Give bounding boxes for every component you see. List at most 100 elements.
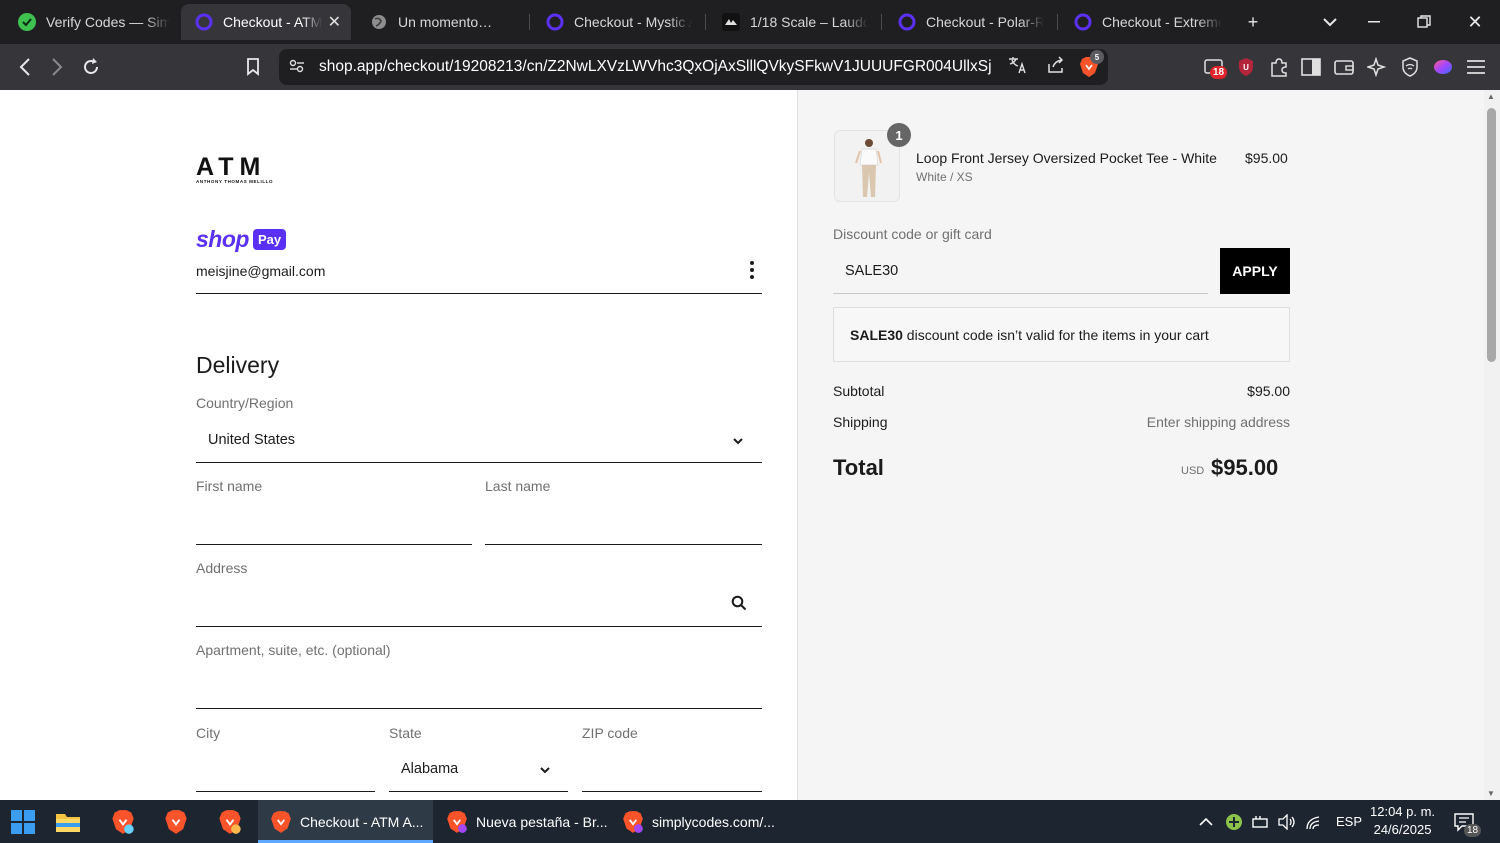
simplycodes-icon	[18, 13, 36, 31]
translate-icon[interactable]	[1007, 56, 1029, 79]
brave-shields-badge: 5	[1090, 50, 1104, 64]
tab-laudo[interactable]: 1/18 Scale – LaudoRa	[708, 4, 878, 40]
state-label: State	[389, 725, 422, 741]
bookmark-icon[interactable]	[239, 53, 267, 81]
taskbar-app-label: Nueva pestaña - Br...	[476, 813, 608, 830]
menu-hamburger-icon[interactable]	[1464, 55, 1488, 79]
product-quantity-badge: 1	[887, 123, 911, 147]
wallet-icon[interactable]	[1332, 55, 1356, 79]
page-scrollbar[interactable]: ▲ ▼	[1484, 90, 1500, 800]
brave-beta-icon[interactable]	[109, 808, 137, 836]
first-name-field[interactable]	[196, 498, 472, 544]
restore-icon[interactable]	[1410, 8, 1438, 36]
country-underline	[196, 462, 762, 463]
browser-tab-strip: Verify Codes — Simp Checkout - ATM ✕ Un …	[0, 0, 1500, 44]
country-select[interactable]: United States	[196, 415, 762, 463]
leo-ai-icon[interactable]	[1365, 55, 1389, 79]
state-underline	[389, 791, 568, 792]
shop-pay-logo: shop Pay	[196, 226, 287, 253]
scroll-up-icon[interactable]: ▲	[1487, 92, 1495, 101]
brave-nightly-icon[interactable]	[216, 808, 244, 836]
volume-icon[interactable]	[1277, 800, 1297, 843]
close-tab-icon[interactable]: ✕	[328, 12, 341, 32]
last-name-field[interactable]	[485, 498, 762, 544]
zip-field[interactable]	[582, 745, 762, 791]
brave-icon[interactable]	[162, 808, 190, 836]
shipping-row: Shipping Enter shipping address	[833, 414, 1290, 430]
taskbar-app-checkout[interactable]: Checkout - ATM A...	[258, 800, 433, 843]
scroll-down-icon[interactable]: ▼	[1487, 789, 1495, 798]
windows-taskbar: Checkout - ATM A... Nueva pestaña - Br..…	[0, 800, 1500, 843]
wifi-icon[interactable]	[1305, 800, 1325, 843]
clock-date: 24/6/2025	[1373, 822, 1432, 837]
last-name-underline	[485, 544, 762, 545]
taskbar-app-new-tab[interactable]: Nueva pestaña - Br...	[436, 800, 608, 843]
brave-shields-icon[interactable]: 5	[1079, 50, 1104, 78]
file-explorer-icon[interactable]	[54, 808, 82, 836]
tab-checkout-mystic[interactable]: Checkout - Mystic Ar	[532, 4, 702, 40]
discount-error-message: SALE30 discount code isn’t valid for the…	[833, 307, 1290, 362]
share-icon[interactable]	[1045, 55, 1067, 79]
total-currency: USD	[1181, 465, 1205, 477]
account-email: meisjine@gmail.com	[196, 263, 326, 279]
site-settings-icon[interactable]	[289, 59, 307, 76]
state-select[interactable]: Alabama	[389, 745, 568, 791]
chevron-down-icon	[733, 438, 743, 445]
last-name-label: Last name	[485, 478, 551, 494]
vpn-shield-icon[interactable]	[1398, 55, 1422, 79]
notifications-icon[interactable]: 18	[1454, 800, 1482, 843]
url-text: shop.app/checkout/19208213/cn/Z2NwLXVzLW…	[319, 58, 991, 75]
apartment-field[interactable]	[196, 662, 762, 708]
address-label: Address	[196, 560, 248, 576]
tab-un-momento[interactable]: Un momento…	[356, 4, 526, 40]
profile-avatar-icon[interactable]	[1431, 55, 1455, 79]
delivery-heading: Delivery	[196, 352, 280, 378]
close-window-icon[interactable]: ✕	[1461, 8, 1489, 36]
product-price: $95.00	[1245, 150, 1288, 166]
tab-checkout-atm[interactable]: Checkout - ATM ✕	[181, 4, 351, 40]
tab-title: Verify Codes — Simp	[46, 14, 170, 30]
shop-icon	[546, 13, 564, 31]
order-summary-column	[797, 90, 1484, 800]
product-variant: White / XS	[916, 170, 973, 184]
discount-input[interactable]: SALE30	[833, 249, 1208, 294]
back-icon[interactable]	[11, 53, 39, 81]
battery-power-icon[interactable]	[1251, 800, 1271, 843]
account-divider	[196, 293, 762, 294]
app-tray-plus-icon[interactable]	[1225, 800, 1243, 843]
language-indicator[interactable]: ESP	[1336, 800, 1362, 843]
total-value: $95.00	[1211, 455, 1279, 480]
wallet-rewards-icon[interactable]: 18	[1202, 55, 1228, 79]
tab-search-chevron-icon[interactable]	[1316, 8, 1344, 36]
tab-verify-codes[interactable]: Verify Codes — Simp	[4, 4, 180, 40]
address-underline	[196, 626, 762, 627]
new-tab-icon[interactable]: +	[1239, 8, 1267, 36]
discount-label: Discount code or gift card	[833, 226, 992, 242]
city-field[interactable]	[196, 745, 375, 791]
reload-icon[interactable]	[77, 53, 105, 81]
taskbar-app-simplycodes[interactable]: simplycodes.com/...	[612, 800, 784, 843]
forward-icon[interactable]	[43, 53, 71, 81]
tab-separator	[1057, 14, 1058, 30]
sidebar-toggle-icon[interactable]	[1299, 55, 1323, 79]
shop-icon	[1074, 13, 1092, 31]
minimize-icon[interactable]	[1360, 8, 1388, 36]
brand-logo: ATM ANTHONY THOMAS MELILLO	[196, 155, 273, 185]
address-bar[interactable]: shop.app/checkout/19208213/cn/Z2NwLXVzLW…	[279, 49, 1108, 85]
tab-checkout-polar[interactable]: Checkout - Polar-Rec	[884, 4, 1054, 40]
show-hidden-icons-chevron-icon[interactable]	[1199, 800, 1213, 843]
extensions-puzzle-icon[interactable]	[1267, 55, 1291, 79]
address-field[interactable]	[196, 580, 762, 626]
scrollbar-thumb[interactable]	[1487, 108, 1496, 362]
system-clock[interactable]: 12:04 p. m. 24/6/2025	[1370, 803, 1435, 839]
windows-start-icon[interactable]	[9, 808, 37, 836]
ublock-shield-icon[interactable]: U	[1234, 55, 1258, 79]
tab-title: Un momento…	[398, 14, 493, 30]
discount-error-text: discount code isn’t valid for the items …	[902, 327, 1209, 343]
wallet-badge: 18	[1210, 66, 1228, 79]
apply-discount-button[interactable]: APPLY	[1220, 248, 1290, 294]
account-options-icon[interactable]	[742, 260, 762, 280]
search-icon[interactable]	[731, 595, 747, 611]
tab-checkout-extreme[interactable]: Checkout - Extreme S	[1060, 4, 1232, 40]
zip-underline	[582, 791, 762, 792]
